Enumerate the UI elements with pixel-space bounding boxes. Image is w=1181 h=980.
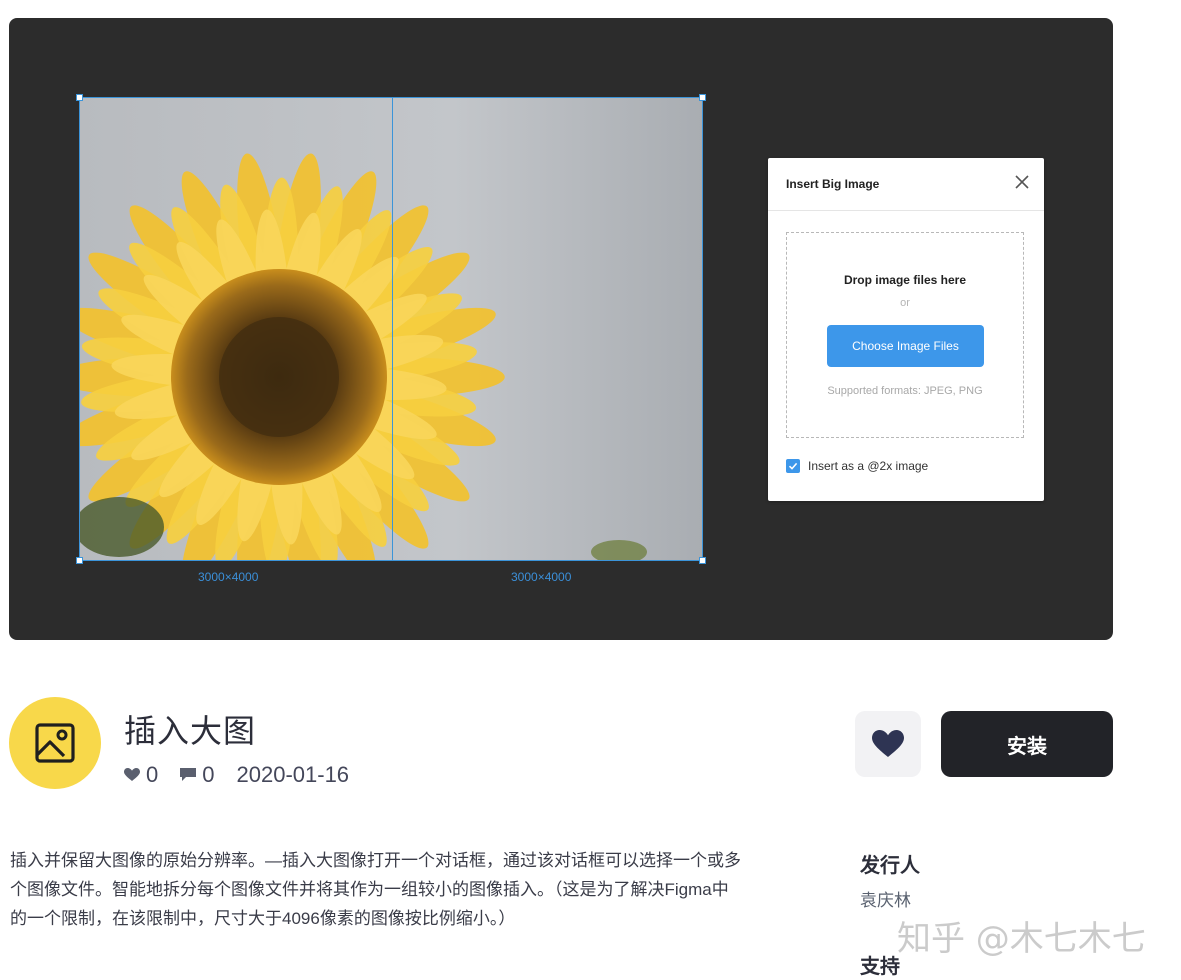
plugin-title: 插入大图 <box>124 713 257 749</box>
like-button[interactable] <box>855 711 921 777</box>
left-slice-dimension: 3000×4000 <box>198 570 259 584</box>
insert-big-image-dialog: Insert Big Image Drop image files here o… <box>768 158 1044 501</box>
choose-image-files-button[interactable]: Choose Image Files <box>827 325 984 367</box>
likes-value: 0 <box>146 762 159 787</box>
publisher-link[interactable]: 袁庆林 <box>860 886 911 911</box>
image-icon <box>35 723 75 763</box>
insert-2x-label: Insert as a @2x image <box>808 459 929 473</box>
close-icon[interactable] <box>1014 174 1030 190</box>
heart-small-icon <box>124 768 140 781</box>
plugin-description: 插入并保留大图像的原始分辨率。—插入大图像打开一个对话框，通过该对话框可以选择一… <box>10 851 741 928</box>
drop-zone-or: or <box>900 297 910 309</box>
comment-icon <box>180 768 197 781</box>
resize-handle-bottom-right[interactable] <box>699 557 706 564</box>
support-heading: 支持 <box>860 956 900 978</box>
publisher-heading: 发行人 <box>860 855 920 877</box>
dialog-title: Insert Big Image <box>786 177 880 191</box>
heart-icon <box>872 730 904 757</box>
insert-2x-option[interactable]: Insert as a @2x image <box>786 459 928 473</box>
supported-formats-text: Supported formats: JPEG, PNG <box>827 385 983 397</box>
insert-2x-checkbox[interactable] <box>786 459 800 473</box>
plugin-preview-banner: 3000×4000 3000×4000 Insert Big Image Dro… <box>9 18 1113 640</box>
slice-divider <box>392 97 393 561</box>
plugin-meta: 0 0 2020-01-16 <box>124 762 371 788</box>
likes-count: 0 <box>124 762 158 788</box>
watermark-text: 知乎 @木七木七 <box>897 919 1146 959</box>
resize-handle-bottom-left[interactable] <box>76 557 83 564</box>
resize-handle-top-right[interactable] <box>699 94 706 101</box>
comments-count: 0 <box>180 762 215 788</box>
resize-handle-top-left[interactable] <box>76 94 83 101</box>
selection-frame[interactable] <box>79 97 703 561</box>
dialog-header: Insert Big Image <box>768 158 1044 211</box>
publish-date: 2020-01-16 <box>236 762 350 787</box>
plugin-icon <box>9 697 101 789</box>
file-drop-zone[interactable]: Drop image files here or Choose Image Fi… <box>786 232 1024 438</box>
drop-zone-title: Drop image files here <box>843 273 967 287</box>
check-icon <box>788 462 798 470</box>
comments-value: 0 <box>202 762 215 787</box>
right-slice-dimension: 3000×4000 <box>511 570 572 584</box>
install-button[interactable]: 安装 <box>941 711 1113 777</box>
